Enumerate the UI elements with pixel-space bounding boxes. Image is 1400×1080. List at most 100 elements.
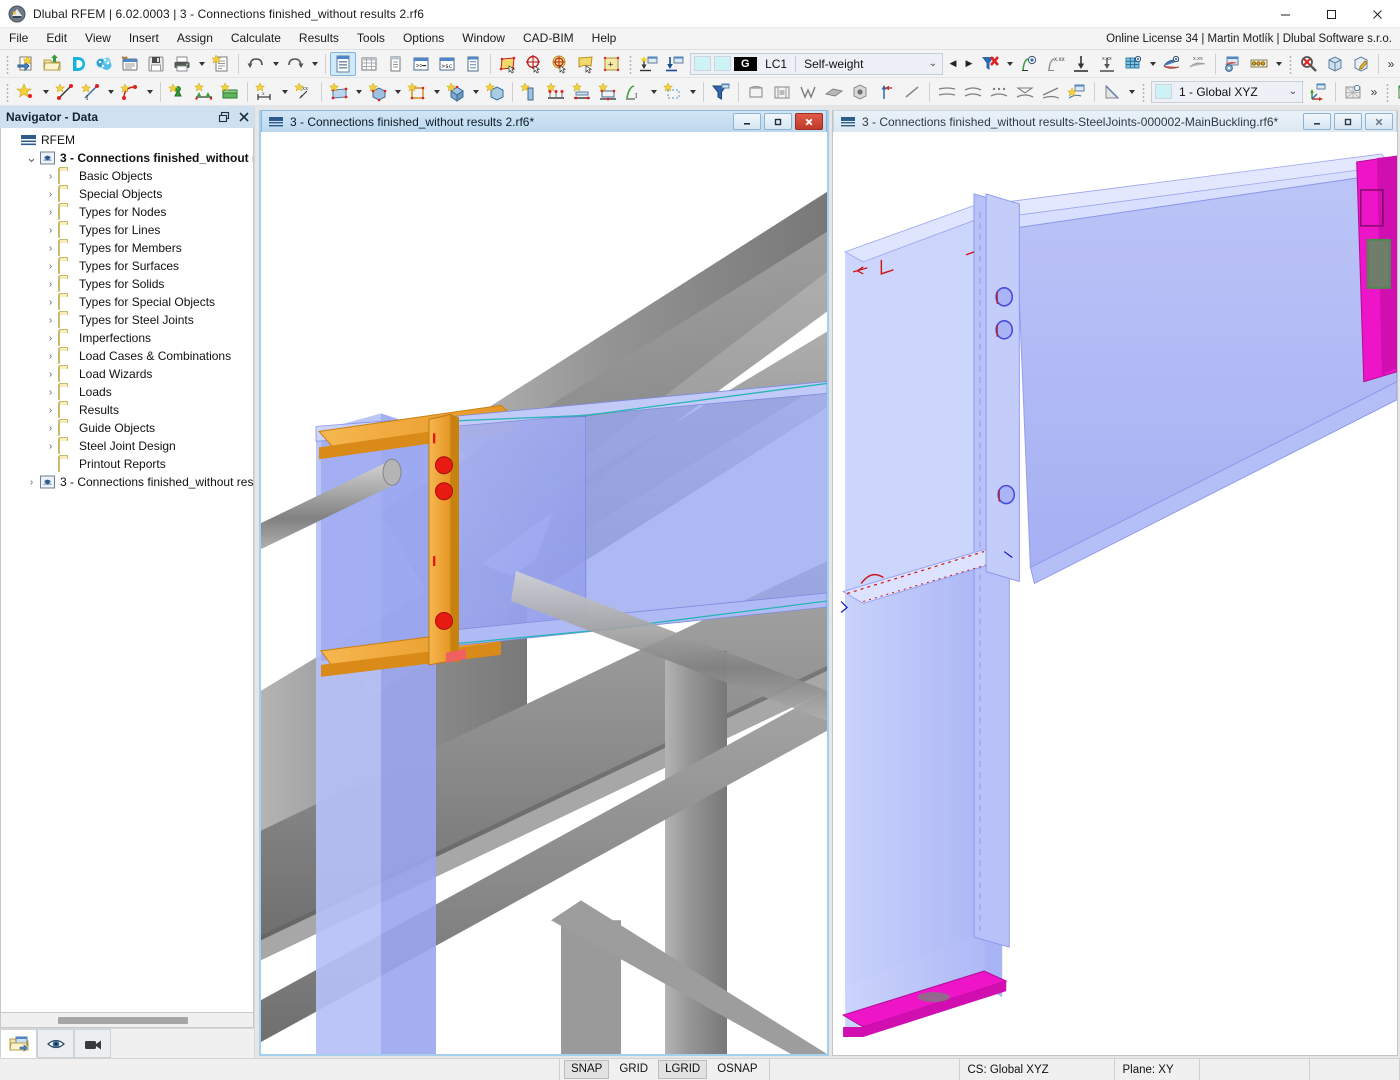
measure-dropdown-arrow[interactable]	[1125, 80, 1138, 104]
new-note-icon[interactable]: xx	[291, 80, 317, 104]
align-slope-icon[interactable]	[1038, 80, 1064, 104]
status-coordinate-system[interactable]: CS: Global XYZ	[960, 1059, 1115, 1080]
open-folder-icon[interactable]	[39, 52, 65, 76]
select-in-window-icon[interactable]	[521, 52, 547, 76]
chevron-right-icon[interactable]: ›	[43, 293, 58, 311]
tree-node[interactable]: ⌄3 - Connections finished_without result…	[1, 149, 253, 167]
tree-node[interactable]: ›Loads	[1, 383, 253, 401]
view-front-icon[interactable]	[743, 80, 769, 104]
menu-cad-bim[interactable]: CAD-BIM	[514, 28, 583, 49]
menu-edit[interactable]: Edit	[37, 28, 76, 49]
select-special-icon[interactable]	[547, 52, 573, 76]
align-dots-icon[interactable]	[986, 80, 1012, 104]
menu-window[interactable]: Window	[453, 28, 514, 49]
minimize-button[interactable]	[1262, 0, 1308, 28]
solid-set-dropdown-arrow[interactable]	[469, 80, 482, 104]
result-surfaces-icon[interactable]	[1120, 52, 1146, 76]
close-button[interactable]	[1354, 0, 1400, 28]
navigator-tab-render[interactable]	[74, 1029, 111, 1058]
select-region-icon[interactable]	[573, 52, 599, 76]
navigator-toggle-icon[interactable]	[330, 52, 356, 76]
print-icon[interactable]	[169, 52, 195, 76]
redo-dropdown-arrow[interactable]	[308, 52, 321, 76]
menu-assign[interactable]: Assign	[168, 28, 222, 49]
redo-icon[interactable]	[282, 52, 308, 76]
dimension-dropdown-arrow[interactable]	[278, 80, 291, 104]
float-panel-icon[interactable]	[214, 107, 234, 127]
chevron-right-icon[interactable]: ›	[43, 329, 58, 347]
tree-node[interactable]: ›Results	[1, 401, 253, 419]
toolbar-grip[interactable]	[1140, 82, 1147, 102]
chevron-right-icon[interactable]: ›	[43, 347, 58, 365]
mesh-generate-icon[interactable]	[1340, 80, 1366, 104]
tree-node[interactable]: RFEM	[1, 131, 253, 149]
tree-node[interactable]: ›Basic Objects	[1, 167, 253, 185]
mdi-minimize-buckling[interactable]	[1303, 113, 1331, 130]
load-case-apply-icon[interactable]	[662, 52, 688, 76]
tree-node[interactable]: ›Types for Special Objects	[1, 293, 253, 311]
chevron-right-icon[interactable]: ›	[43, 401, 58, 419]
navigator-tab-view[interactable]	[37, 1029, 74, 1058]
add-selection-icon[interactable]: +	[599, 52, 625, 76]
new-nodal-support-icon[interactable]	[165, 80, 191, 104]
tree-node[interactable]: ›Types for Solids	[1, 275, 253, 293]
tree-node[interactable]: ›Steel Joint Design	[1, 437, 253, 455]
new-member-set-icon[interactable]	[660, 80, 686, 104]
status-toggle-lgrid[interactable]: LGRID	[658, 1060, 707, 1079]
model-properties-icon[interactable]	[117, 52, 143, 76]
result-surfaces-dropdown-arrow[interactable]	[1146, 52, 1159, 76]
clear-results-icon[interactable]	[977, 52, 1003, 76]
menu-file[interactable]: File	[0, 28, 37, 49]
chevron-right-icon[interactable]: ›	[43, 419, 58, 437]
result-color-scale-dropdown-arrow[interactable]	[1272, 52, 1285, 76]
cloud-model-icon[interactable]	[91, 52, 117, 76]
view-cube-icon[interactable]	[847, 80, 873, 104]
info-panel-icon[interactable]	[460, 52, 486, 76]
member-set-dropdown-arrow[interactable]	[686, 80, 699, 104]
tree-node[interactable]: ›3 - Connections finished_without result…	[1, 473, 253, 491]
view-wireframe-icon[interactable]	[795, 80, 821, 104]
result-display-settings-icon[interactable]	[1220, 52, 1246, 76]
tree-node[interactable]: ›Load Wizards	[1, 365, 253, 383]
filter-objects-icon[interactable]	[708, 80, 734, 104]
solid-dropdown-arrow[interactable]	[391, 80, 404, 104]
tree-node[interactable]: ›Types for Members	[1, 239, 253, 257]
coordinate-axes-icon[interactable]	[1305, 80, 1331, 104]
new-surface-icon[interactable]	[326, 80, 352, 104]
menu-view[interactable]: View	[76, 28, 120, 49]
toolbar-grip[interactable]	[1287, 54, 1294, 74]
view-animation-icon[interactable]	[769, 80, 795, 104]
select-surface-icon[interactable]	[495, 52, 521, 76]
toolbar-overflow-chevron[interactable]: »	[1383, 52, 1399, 76]
view-line-icon[interactable]	[899, 80, 925, 104]
new-arc-icon[interactable]	[117, 80, 143, 104]
maximize-button[interactable]	[1308, 0, 1354, 28]
new-solid-set-icon[interactable]	[443, 80, 469, 104]
tree-node[interactable]: ›Load Cases & Combinations	[1, 347, 253, 365]
tree-node[interactable]: ›Types for Surfaces	[1, 257, 253, 275]
chevron-right-icon[interactable]: ›	[43, 185, 58, 203]
show-deformation-icon[interactable]	[1016, 52, 1042, 76]
scrollbar-thumb[interactable]	[58, 1017, 188, 1024]
coordinate-system-combo[interactable]: 1 - Global XYZ ⌄	[1151, 81, 1303, 103]
new-solid-icon[interactable]	[365, 80, 391, 104]
status-toggle-grid[interactable]: GRID	[612, 1060, 655, 1079]
menu-insert[interactable]: Insert	[120, 28, 168, 49]
reaction-values-icon[interactable]: x.xx	[1094, 52, 1120, 76]
deformation-values-icon[interactable]: x.xx	[1042, 52, 1068, 76]
align-curve-icon[interactable]	[960, 80, 986, 104]
show-support-reactions-icon[interactable]	[1068, 52, 1094, 76]
tree-node[interactable]: ›Guide Objects	[1, 419, 253, 437]
excel-export-icon[interactable]	[1393, 80, 1400, 104]
new-opening-icon[interactable]	[404, 80, 430, 104]
new-member-eccentricity-icon[interactable]	[569, 80, 595, 104]
tree-node[interactable]: ›Types for Lines	[1, 221, 253, 239]
navigator-horizontal-scrollbar[interactable]	[0, 1013, 254, 1028]
new-dimension-icon[interactable]: x	[252, 80, 278, 104]
new-member-hinge-icon[interactable]	[543, 80, 569, 104]
chevron-down-icon[interactable]: ⌄	[24, 149, 39, 167]
line-dropdown-arrow[interactable]	[104, 80, 117, 104]
zoom-reset-icon[interactable]	[1296, 52, 1322, 76]
mdi-titlebar-model[interactable]: 3 - Connections finished_without results…	[261, 110, 827, 132]
mdi-titlebar-buckling[interactable]: 3 - Connections finished_without results…	[833, 110, 1397, 132]
